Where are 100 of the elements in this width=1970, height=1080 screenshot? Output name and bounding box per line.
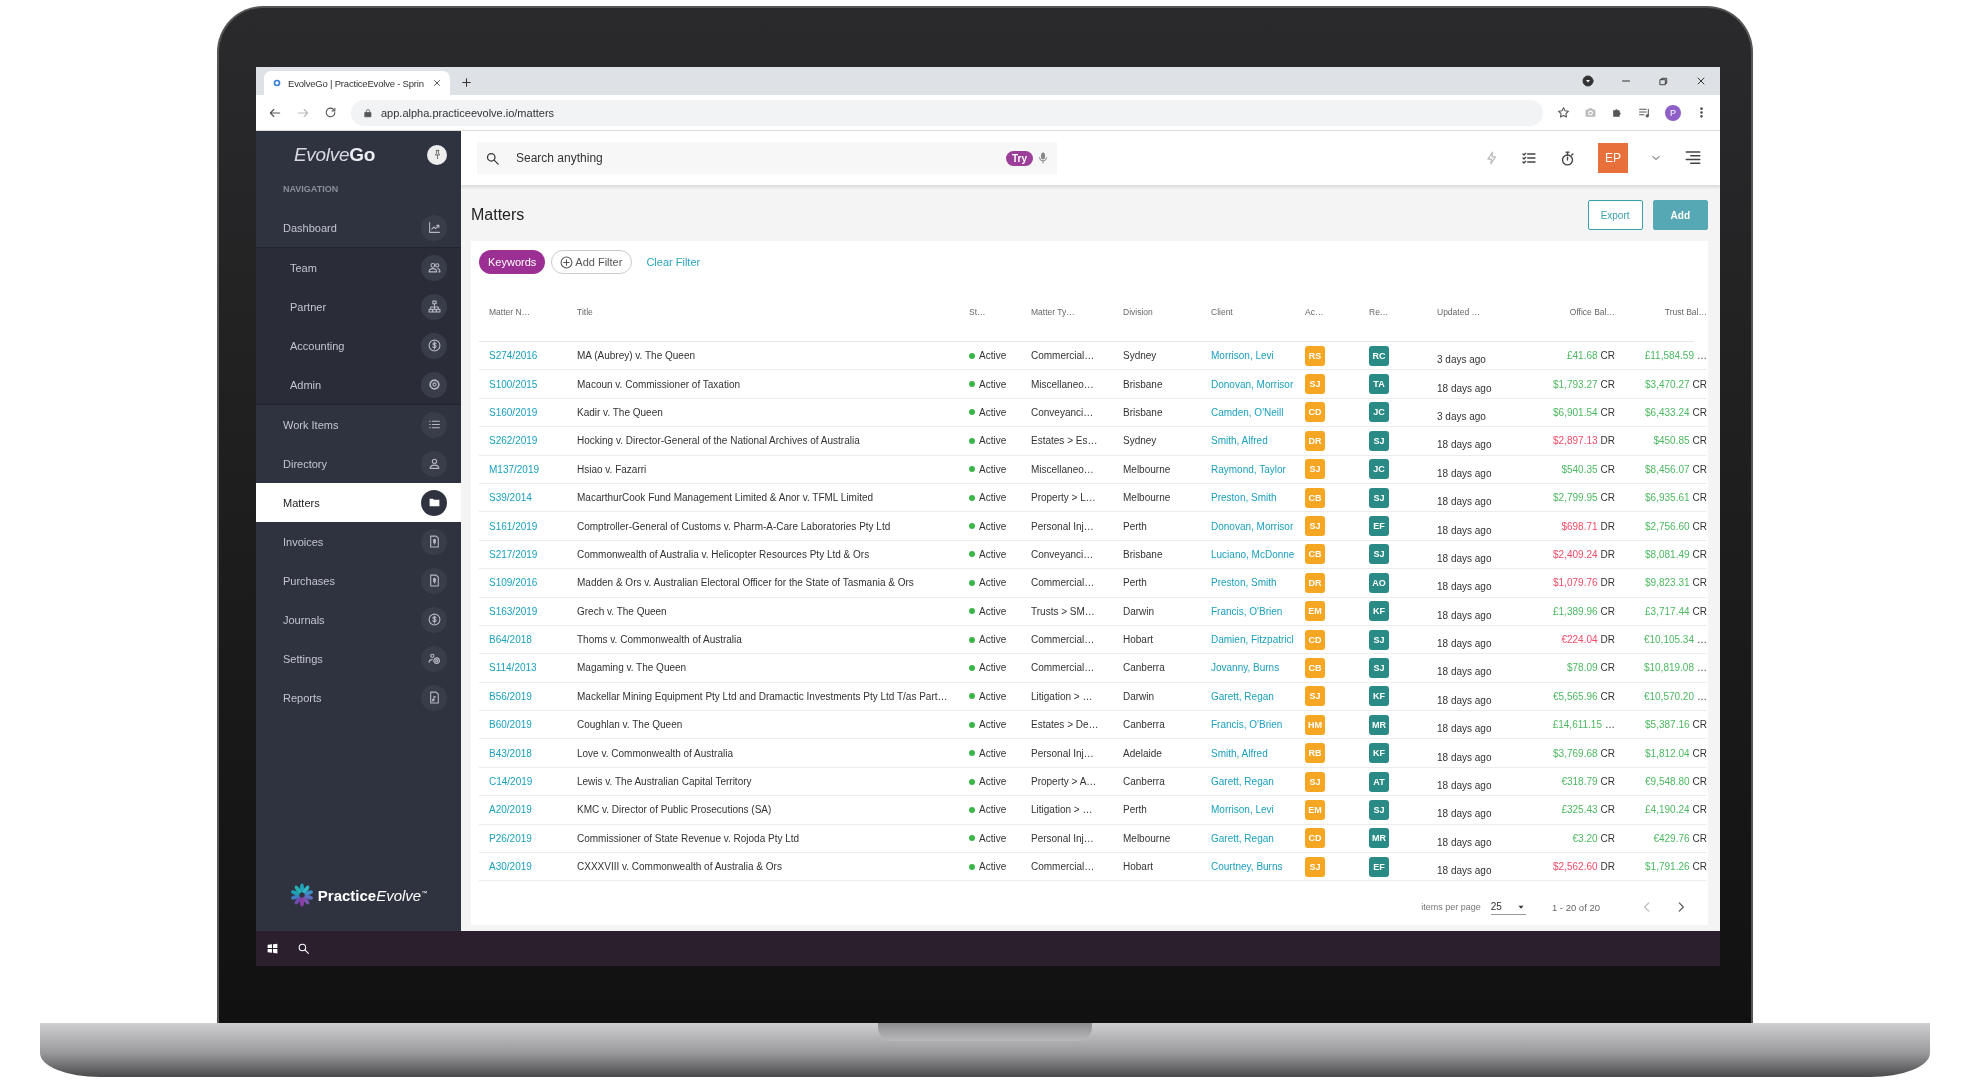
amount-text: £14,611.15 xyxy=(1552,719,1602,731)
client-link[interactable]: Francis, O'Brien xyxy=(1211,719,1305,731)
column-header[interactable]: Title xyxy=(577,307,969,317)
address-bar[interactable]: app.alpha.practiceevolve.io/matters xyxy=(351,99,1543,126)
client-link[interactable]: Garett, Regan xyxy=(1211,776,1305,788)
initials-avatar: AT xyxy=(1369,771,1389,792)
nav-item[interactable]: Journals xyxy=(256,600,461,639)
matter-link[interactable]: S114/2013 xyxy=(489,662,577,674)
matter-link[interactable]: S160/2019 xyxy=(489,406,577,418)
add-filter-button[interactable]: Add Filter xyxy=(551,250,633,274)
client-link[interactable]: Morrison, Levi xyxy=(1211,804,1305,816)
balance-suffix: CR xyxy=(1692,577,1707,589)
search-icon xyxy=(485,150,500,166)
client-link[interactable]: Raymond, Taylor xyxy=(1211,463,1305,475)
matter-link[interactable]: P26/2019 xyxy=(489,832,577,844)
column-header[interactable]: Matter Ty… xyxy=(1031,307,1123,317)
try-badge[interactable]: Try xyxy=(1006,150,1033,166)
taskbar-search-icon[interactable] xyxy=(297,942,310,955)
initials-avatar: KF xyxy=(1369,686,1389,707)
nav-item[interactable]: Invoices xyxy=(256,522,461,561)
nav-item[interactable]: Dashboard xyxy=(256,208,461,247)
nav-subitem[interactable]: Accounting xyxy=(256,326,461,365)
nav-item[interactable]: Settings xyxy=(256,639,461,678)
client-link[interactable]: Jovanny, Burns xyxy=(1211,662,1305,674)
page-size-select[interactable]: 25 xyxy=(1490,899,1526,915)
initials-avatar: RC xyxy=(1369,345,1389,366)
user-avatar[interactable]: EP xyxy=(1598,143,1628,173)
reload-icon[interactable] xyxy=(324,106,337,119)
matter-link[interactable]: M137/2019 xyxy=(489,463,577,475)
column-header[interactable]: Division xyxy=(1123,307,1211,317)
client-link[interactable]: Camden, O'Neill xyxy=(1211,406,1305,418)
client-link[interactable]: Smith, Alfred xyxy=(1211,747,1305,759)
new-tab-icon[interactable] xyxy=(460,76,473,89)
keywords-chip[interactable]: Keywords xyxy=(479,250,546,274)
column-header[interactable]: Matter N… xyxy=(489,307,577,317)
clear-filter-link[interactable]: Clear Filter xyxy=(646,256,701,268)
column-header[interactable]: Re… xyxy=(1369,307,1437,317)
matter-link[interactable]: B64/2018 xyxy=(489,634,577,646)
matter-link[interactable]: S100/2015 xyxy=(489,378,577,390)
column-header[interactable]: Client xyxy=(1211,307,1305,317)
client-link[interactable]: Garett, Regan xyxy=(1211,832,1305,844)
action-button[interactable]: Add xyxy=(1652,200,1708,230)
matter-link[interactable]: S217/2019 xyxy=(489,548,577,560)
close-icon[interactable] xyxy=(432,78,442,88)
column-header[interactable]: Updated … xyxy=(1437,307,1527,317)
nav-subitem[interactable]: Team xyxy=(256,248,461,287)
matter-link[interactable]: A30/2019 xyxy=(489,861,577,873)
matter-link[interactable]: A20/2019 xyxy=(489,804,577,816)
matter-link[interactable]: B43/2018 xyxy=(489,747,577,759)
browser-tab[interactable]: EvolveGo | PracticeEvolve - Sprin xyxy=(264,71,450,95)
client-link[interactable]: Francis, O'Brien xyxy=(1211,605,1305,617)
client-link[interactable]: Courtney, Burns xyxy=(1211,861,1305,873)
pin-button[interactable] xyxy=(427,144,447,165)
checklist-icon[interactable] xyxy=(1521,150,1537,166)
media-control-icon[interactable] xyxy=(1582,75,1594,87)
client-link[interactable]: Morrison, Levi xyxy=(1211,350,1305,362)
table-cell-text: 18 days ago xyxy=(1437,693,1493,706)
matter-link[interactable]: S39/2014 xyxy=(489,492,577,504)
matter-link[interactable]: B56/2019 xyxy=(489,690,577,702)
client-link[interactable]: Preston, Smith xyxy=(1211,492,1305,504)
profile-avatar[interactable]: P xyxy=(1665,104,1681,121)
close-icon[interactable] xyxy=(1695,75,1707,87)
playlist-icon[interactable] xyxy=(1638,106,1651,119)
client-link[interactable]: Donovan, Morrisor xyxy=(1211,520,1305,532)
nav-subitem[interactable]: Admin xyxy=(256,365,461,404)
menu-icon[interactable] xyxy=(1684,149,1702,167)
matter-link[interactable]: S274/2016 xyxy=(489,350,577,362)
bookmark-star-icon[interactable] xyxy=(1557,106,1570,119)
client-link[interactable]: Luciano, McDonne xyxy=(1211,548,1305,560)
stopwatch-icon[interactable] xyxy=(1559,149,1576,167)
nav-subitem[interactable]: Partner xyxy=(256,287,461,326)
restore-icon[interactable] xyxy=(1658,76,1669,87)
client-link[interactable]: Smith, Alfred xyxy=(1211,435,1305,447)
client-link[interactable]: Preston, Smith xyxy=(1211,577,1305,589)
client-link[interactable]: Donovan, Morrisor xyxy=(1211,378,1305,390)
nav-item[interactable]: Work Items xyxy=(256,405,461,444)
nav-item[interactable]: Matters xyxy=(256,483,461,522)
windows-start-icon[interactable] xyxy=(266,942,279,955)
column-header[interactable]: Office Bal… xyxy=(1527,307,1615,317)
amount-text: €318.79 xyxy=(1561,776,1598,788)
matter-link[interactable]: S109/2016 xyxy=(489,577,577,589)
column-header[interactable]: Ac… xyxy=(1305,307,1369,317)
column-header[interactable]: St… xyxy=(969,307,1031,317)
search-field[interactable]: Search anything Try xyxy=(477,142,1057,174)
nav-item[interactable]: Directory xyxy=(256,444,461,483)
column-header[interactable]: Trust Bal… xyxy=(1615,307,1707,317)
nav-item[interactable]: Reports xyxy=(256,678,461,717)
matter-link[interactable]: C14/2019 xyxy=(489,776,577,788)
matter-link[interactable]: S161/2019 xyxy=(489,520,577,532)
matter-link[interactable]: B60/2019 xyxy=(489,719,577,731)
matter-link[interactable]: S163/2019 xyxy=(489,605,577,617)
microphone-icon[interactable] xyxy=(1037,152,1049,164)
extensions-icon[interactable] xyxy=(1611,106,1624,119)
table-cell-text: Thoms v. Commonwealth of Australia xyxy=(577,634,743,646)
client-link[interactable]: Damien, Fitzpatricl xyxy=(1211,634,1305,646)
action-button[interactable]: Export xyxy=(1587,200,1643,230)
navigation-heading: NAVIGATION xyxy=(282,183,340,196)
client-link[interactable]: Garett, Regan xyxy=(1211,690,1305,702)
nav-item[interactable]: Purchases xyxy=(256,561,461,600)
matter-link[interactable]: S262/2019 xyxy=(489,435,577,447)
